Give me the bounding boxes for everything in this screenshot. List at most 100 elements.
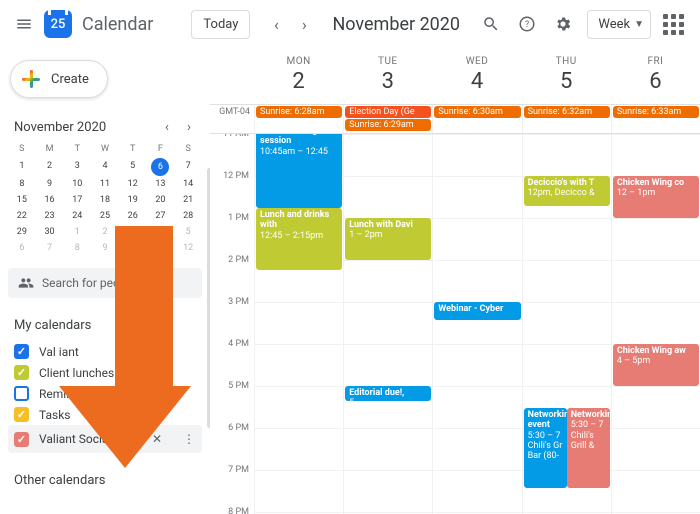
mini-day-cell[interactable]: 19 [119,192,147,208]
mini-day-cell[interactable]: 3 [63,158,91,176]
day-column[interactable]: Webinar - Cyber [432,134,521,514]
mini-calendar[interactable]: SMTWTFS123456789101112131415161718192021… [8,142,202,256]
allday-event[interactable]: Election Day (Ge [345,106,431,118]
mini-day-cell[interactable]: 29 [8,224,36,240]
calendar-checkbox[interactable] [14,365,29,380]
calendar-checkbox[interactable] [14,407,29,422]
mini-day-cell[interactable]: 3 [119,224,147,240]
allday-cell[interactable]: Election Day (GeSunrise: 6:29am [343,105,432,133]
other-calendars-header[interactable]: Other calendars [14,473,202,488]
day-column[interactable]: Brainstorming session10:45am – 12:45Lunc… [254,134,343,514]
mini-day-cell[interactable]: 2 [36,158,64,176]
mini-day-cell[interactable]: 25 [91,208,119,224]
mini-day-cell[interactable]: 5 [174,224,202,240]
day-header[interactable]: MON2 [254,48,343,104]
day-column[interactable]: Chicken Wing co12 – 1pm Chicken Wing aw4 … [611,134,700,514]
calendar-item[interactable]: Reminders [8,383,202,404]
mini-day-cell[interactable]: 1 [63,224,91,240]
mini-day-cell[interactable]: 15 [8,192,36,208]
day-header[interactable]: FRI6 [611,48,700,104]
allday-event[interactable]: Sunrise: 6:30am [434,106,520,118]
calendar-event[interactable]: Webinar - Cyber [434,302,520,320]
day-header[interactable]: THU5 [522,48,611,104]
calendar-checkbox[interactable] [14,344,29,359]
calendar-event[interactable]: Lunch and drinks with12:45 – 2:15pm [256,208,342,270]
allday-event[interactable]: Sunrise: 6:28am [256,106,342,118]
search-people-input[interactable]: Search for people [8,268,202,298]
google-apps-button[interactable] [663,14,684,35]
calendar-event[interactable]: Brainstorming session10:45am – 12:45 [256,134,342,208]
mini-day-cell[interactable]: 27 [147,208,175,224]
mini-day-cell[interactable]: 4 [147,224,175,240]
allday-event[interactable]: Sunrise: 6:33am [613,106,699,118]
calendar-event[interactable]: Lunch with Davi1 – 2pm [345,218,431,260]
mini-day-cell[interactable]: 11 [91,176,119,192]
allday-event[interactable]: Sunrise: 6:29am [345,119,431,131]
next-period-button[interactable]: › [290,10,318,38]
calendar-event[interactable]: Editorial due!,5 [345,386,431,401]
calendar-item[interactable]: Client lunches [8,362,202,383]
mini-day-cell[interactable]: 30 [36,224,64,240]
calendar-event[interactable]: Networking event5:30 – 7 Chili's Gr Bar … [524,408,567,488]
mini-day-cell[interactable]: 6 [8,240,36,256]
calendar-event[interactable]: Chicken Wing co12 – 1pm [613,176,699,218]
mini-day-cell[interactable]: 12 [174,240,202,256]
search-button[interactable] [475,8,507,40]
allday-cell[interactable]: Sunrise: 6:30am [432,105,521,133]
calendar-event[interactable]: Networking5:30 – 7 Chili's Grill & [567,408,610,488]
main-menu-button[interactable] [8,8,40,40]
mini-day-cell[interactable]: 28 [174,208,202,224]
calendar-item[interactable]: Val iant [8,341,202,362]
my-calendars-header[interactable]: My calendars [14,318,202,333]
view-selector[interactable]: Week ▼ [587,10,651,39]
support-button[interactable]: ? [511,8,543,40]
mini-day-cell[interactable]: 26 [119,208,147,224]
mini-day-cell[interactable]: 21 [174,192,202,208]
today-button[interactable]: Today [191,10,250,39]
allday-cell[interactable]: Sunrise: 6:28am [254,105,343,133]
mini-day-cell[interactable]: 14 [174,176,202,192]
mini-day-cell[interactable]: 22 [8,208,36,224]
allday-cell[interactable]: Sunrise: 6:33am [611,105,700,133]
calendar-item[interactable]: Tasks [8,404,202,425]
mini-day-cell[interactable]: 5 [119,158,147,176]
calendar-item[interactable]: Valiant Social✕⋮ [8,425,202,453]
mini-day-cell[interactable]: 7 [36,240,64,256]
mini-day-cell[interactable]: 8 [63,240,91,256]
mini-next-button[interactable]: › [178,116,200,138]
day-header[interactable]: TUE3 [343,48,432,104]
mini-day-cell[interactable]: 11 [147,240,175,256]
day-column[interactable]: Deciccio's with T12pm, Decicco & Networki… [522,134,611,514]
calendar-checkbox[interactable] [14,432,29,447]
mini-day-cell[interactable]: 6 [147,158,175,176]
prev-period-button[interactable]: ‹ [262,10,290,38]
allday-cell[interactable]: Sunrise: 6:32am [522,105,611,133]
mini-day-cell[interactable]: 18 [91,192,119,208]
settings-button[interactable] [547,8,579,40]
mini-day-cell[interactable]: 10 [119,240,147,256]
mini-day-cell[interactable]: 12 [119,176,147,192]
mini-day-cell[interactable]: 20 [147,192,175,208]
calendar-remove-button[interactable]: ✕ [146,428,168,450]
mini-day-cell[interactable]: 1 [8,158,36,176]
calendar-checkbox[interactable] [14,386,29,401]
day-column[interactable]: Lunch with Davi1 – 2pm Editorial due!,5 [343,134,432,514]
mini-day-cell[interactable]: 13 [147,176,175,192]
allday-event[interactable]: Sunrise: 6:32am [524,106,610,118]
mini-day-cell[interactable]: 9 [36,176,64,192]
mini-day-cell[interactable]: 10 [63,176,91,192]
create-button[interactable]: Create [10,60,108,98]
mini-day-cell[interactable]: 2 [91,224,119,240]
mini-day-cell[interactable]: 7 [174,158,202,176]
mini-day-cell[interactable]: 8 [8,176,36,192]
mini-day-cell[interactable]: 24 [63,208,91,224]
mini-day-cell[interactable]: 16 [36,192,64,208]
calendar-options-button[interactable]: ⋮ [178,428,200,450]
calendar-event[interactable]: Deciccio's with T12pm, Decicco & [524,176,610,206]
mini-day-cell[interactable]: 23 [36,208,64,224]
mini-day-cell[interactable]: 17 [63,192,91,208]
mini-prev-button[interactable]: ‹ [156,116,178,138]
calendar-event[interactable]: Chicken Wing aw4 – 5pm [613,344,699,386]
day-header[interactable]: WED4 [432,48,521,104]
mini-day-cell[interactable]: 4 [91,158,119,176]
